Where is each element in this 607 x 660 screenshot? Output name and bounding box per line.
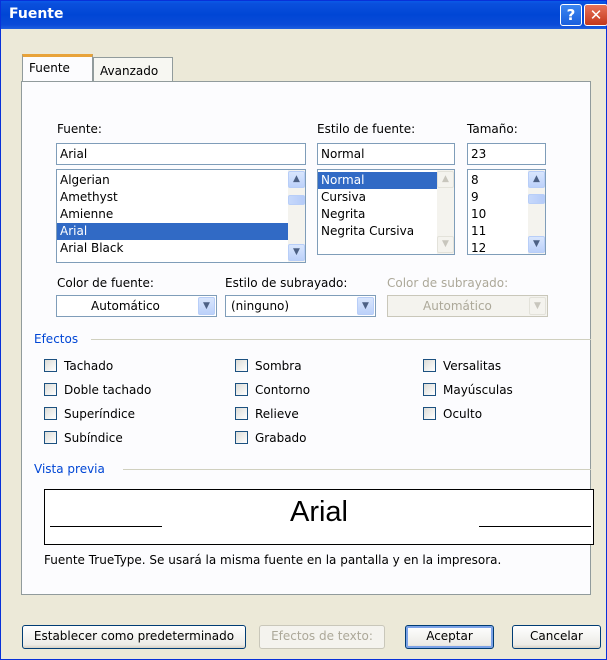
underline-color-label: Color de subrayado: xyxy=(387,276,509,290)
font-dialog: Fuente ? ✕ Fuente Avanzado Fuente: Arial… xyxy=(0,0,607,660)
font-input[interactable]: Arial xyxy=(56,143,306,165)
font-list-scrollbar[interactable]: ▲ ▼ xyxy=(288,170,305,262)
preview-sample-text: Arial xyxy=(289,496,348,528)
size-input[interactable]: 23 xyxy=(467,143,546,165)
list-item[interactable]: Negrita xyxy=(318,206,454,223)
checkbox-icon[interactable] xyxy=(44,431,57,444)
chevron-down-icon[interactable]: ▼ xyxy=(198,297,215,315)
underline-style-label: Estilo de subrayado: xyxy=(225,276,348,290)
list-item[interactable]: Cursiva xyxy=(318,189,454,206)
checkbox-icon[interactable] xyxy=(44,383,57,396)
checkbox-icon[interactable] xyxy=(44,359,57,372)
style-label: Estilo de fuente: xyxy=(317,122,416,136)
size-input-value: 23 xyxy=(471,147,487,161)
list-item-selected[interactable]: Normal xyxy=(318,172,454,189)
scroll-up-icon[interactable]: ▲ xyxy=(528,171,545,188)
text-effects-button: Efectos de texto: xyxy=(259,625,385,649)
underline-color-value: Automático xyxy=(423,299,492,313)
chevron-down-icon: ▼ xyxy=(529,297,546,315)
checkbox-icon[interactable] xyxy=(423,383,436,396)
close-icon: ✕ xyxy=(589,6,603,24)
help-button[interactable]: ? xyxy=(560,4,582,26)
scroll-down-icon[interactable]: ▼ xyxy=(528,236,545,253)
checkbox-label: Contorno xyxy=(255,383,311,397)
font-color-select[interactable]: Automático ▼ xyxy=(56,295,217,317)
chevron-down-icon[interactable]: ▼ xyxy=(357,297,374,315)
size-label: Tamaño: xyxy=(467,122,518,136)
checkbox-label: Sombra xyxy=(255,359,302,373)
tab-fuente[interactable]: Fuente xyxy=(22,54,93,81)
set-default-button[interactable]: Establecer como predeterminado xyxy=(22,625,246,649)
close-button[interactable]: ✕ xyxy=(584,4,607,26)
preview-box: Arial xyxy=(44,489,594,545)
checkbox-label: Grabado xyxy=(255,431,307,445)
scroll-thumb[interactable] xyxy=(288,195,305,205)
checkbox-icon[interactable] xyxy=(235,359,248,372)
tab-fuente-label: Fuente xyxy=(29,61,70,75)
size-list-scrollbar[interactable]: ▲ ▼ xyxy=(528,170,545,254)
list-item[interactable]: Negrita Cursiva xyxy=(318,223,454,240)
accept-button[interactable]: Aceptar xyxy=(405,625,494,649)
dialog-title: Fuente xyxy=(9,6,64,22)
effects-group-title: Efectos xyxy=(34,332,79,346)
checkbox-label: Relieve xyxy=(255,407,299,421)
checkbox-label: Doble tachado xyxy=(64,383,152,397)
effects-divider xyxy=(91,339,591,340)
font-input-value: Arial xyxy=(60,147,88,161)
list-item[interactable]: Amienne xyxy=(57,206,305,223)
underline-color-select: Automático ▼ xyxy=(387,295,548,317)
scroll-thumb[interactable] xyxy=(528,194,545,204)
style-input[interactable]: Normal xyxy=(317,143,455,165)
checkbox-icon[interactable] xyxy=(44,407,57,420)
scroll-up-icon[interactable]: ▲ xyxy=(288,171,305,188)
list-item[interactable]: Algerian xyxy=(57,172,305,189)
style-input-value: Normal xyxy=(321,147,365,161)
size-list[interactable]: 8 9 10 11 12 ▲ ▼ xyxy=(467,169,546,255)
checkbox-label: Superíndice xyxy=(64,407,136,421)
font-color-value: Automático xyxy=(91,299,160,313)
checkbox-icon[interactable] xyxy=(235,407,248,420)
checkbox-label: Mayúsculas xyxy=(443,383,513,397)
checkbox-icon[interactable] xyxy=(235,431,248,444)
preview-group-title: Vista previa xyxy=(34,462,105,476)
preview-description: Fuente TrueType. Se usará la misma fuent… xyxy=(44,553,502,567)
checkbox-label: Tachado xyxy=(64,359,114,373)
list-item[interactable]: Arial Black xyxy=(57,240,305,257)
title-bar[interactable]: Fuente ? ✕ xyxy=(1,1,607,29)
help-icon: ? xyxy=(566,6,576,24)
list-item-selected[interactable]: Arial xyxy=(57,223,305,240)
font-list[interactable]: Algerian Amethyst Amienne Arial Arial Bl… xyxy=(56,169,306,263)
tab-avanzado-label: Avanzado xyxy=(100,64,159,78)
underline-style-select[interactable]: (ninguno) ▼ xyxy=(225,295,376,317)
list-item[interactable]: Amethyst xyxy=(57,189,305,206)
checkbox-label: Oculto xyxy=(443,407,483,421)
font-label: Fuente: xyxy=(57,122,102,136)
checkbox-icon[interactable] xyxy=(423,407,436,420)
scroll-up-icon: ▲ xyxy=(437,171,454,188)
style-list-scrollbar: ▲ ▼ xyxy=(437,170,454,254)
tab-avanzado[interactable]: Avanzado xyxy=(93,57,173,82)
checkbox-icon[interactable] xyxy=(235,383,248,396)
checkbox-label: Subíndice xyxy=(64,431,123,445)
scroll-down-icon: ▼ xyxy=(437,236,454,253)
checkbox-icon[interactable] xyxy=(423,359,436,372)
preview-divider xyxy=(123,469,591,470)
cancel-button[interactable]: Cancelar xyxy=(512,625,601,649)
scroll-down-icon[interactable]: ▼ xyxy=(288,244,305,261)
checkbox-label: Versalitas xyxy=(443,359,502,373)
style-list[interactable]: Normal Cursiva Negrita Negrita Cursiva ▲… xyxy=(317,169,455,255)
underline-style-value: (ninguno) xyxy=(231,299,290,313)
font-color-label: Color de fuente: xyxy=(57,276,154,290)
